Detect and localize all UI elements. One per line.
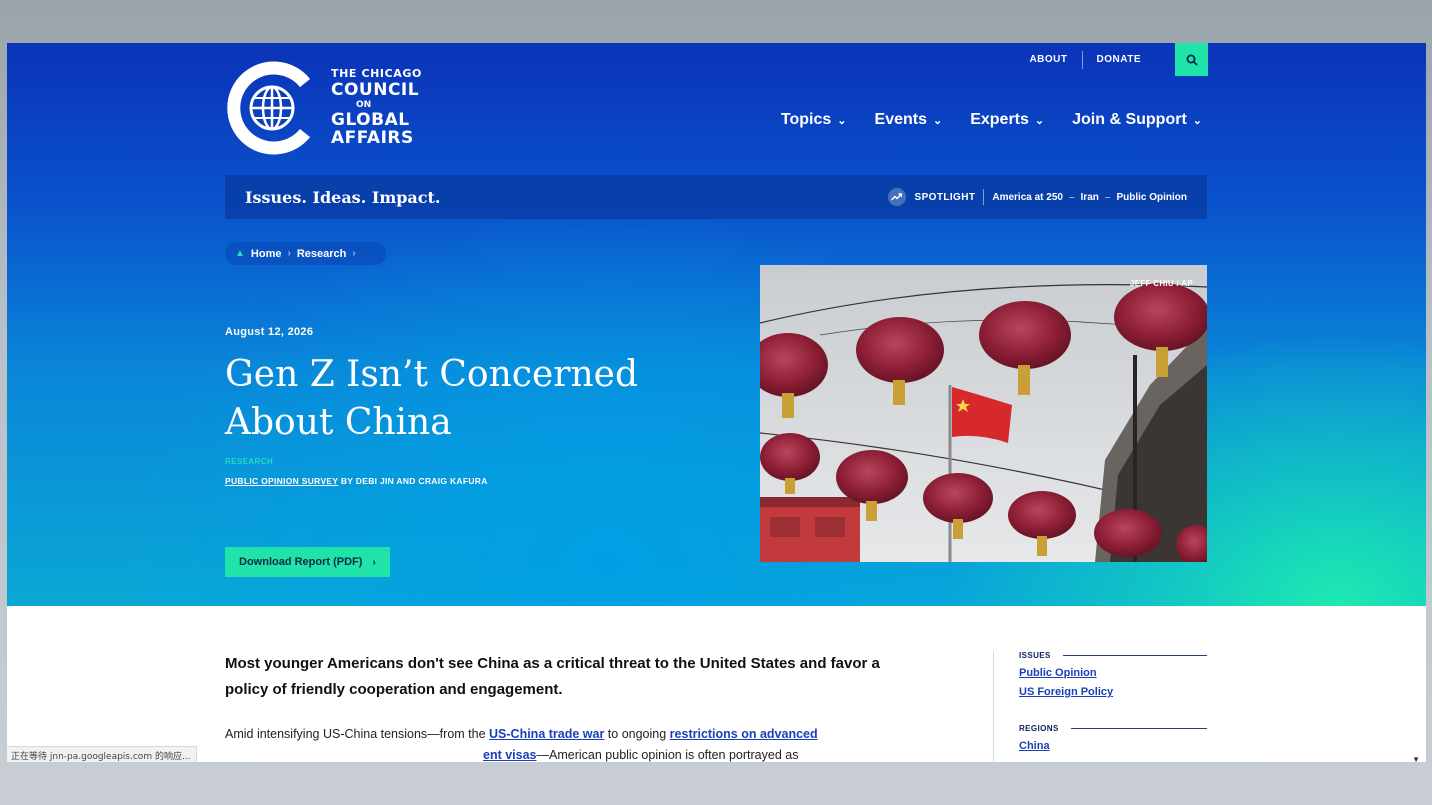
browser-viewport: THE CHICAGO COUNCIL ON GLOBAL AFFAIRS AB…	[7, 43, 1426, 762]
nav-label: Experts	[970, 111, 1029, 128]
nav-label: Join & Support	[1072, 111, 1187, 128]
utility-nav: ABOUT DONATE	[1015, 43, 1208, 76]
nav-label: Topics	[780, 111, 832, 128]
article-date: August 12, 2026	[225, 326, 314, 338]
paragraph-text: to ongoing	[604, 727, 670, 741]
nav-join-support[interactable]: Join & Support ⌄	[1072, 111, 1202, 129]
page-title: Gen Z Isn’t Concerned About China	[225, 354, 638, 443]
issue-link-public-opinion[interactable]: Public Opinion	[1019, 667, 1207, 679]
breadcrumb-research[interactable]: Research	[297, 248, 347, 260]
paragraph-text: Amid intensifying US-China tensions—from…	[225, 727, 490, 741]
link-us-china-trade-war[interactable]: US-China trade war	[489, 727, 604, 741]
search-button[interactable]	[1175, 43, 1208, 76]
byline: PUBLIC OPINION SURVEY BY DEBI JIN AND CR…	[225, 476, 488, 486]
link-restrictions[interactable]: restrictions on advanced	[670, 727, 818, 741]
nav-experts[interactable]: Experts ⌄	[970, 111, 1044, 129]
spotlight-link-public-opinion[interactable]: Public Opinion	[1116, 192, 1187, 203]
chevron-down-icon: ⌄	[837, 114, 847, 127]
chevron-down-icon: ⌄	[1034, 114, 1045, 127]
chevron-right-icon: ›	[352, 248, 356, 259]
donate-link[interactable]: DONATE	[1083, 54, 1155, 65]
trending-up-icon	[887, 188, 906, 206]
spotlight-link-iran[interactable]: Iran	[1081, 192, 1099, 203]
byline-survey-link[interactable]: PUBLIC OPINION SURVEY	[225, 476, 338, 486]
chevron-right-icon: ›	[287, 248, 291, 259]
separator-dash: –	[1068, 191, 1075, 203]
regions-heading: REGIONS	[1019, 724, 1207, 733]
tagline: Issues. Ideas. Impact.	[245, 187, 441, 207]
byline-authors: BY DEBI JIN AND CRAIG KAFURA	[338, 476, 488, 486]
nav-topics[interactable]: Topics ⌄	[781, 111, 847, 129]
nav-events[interactable]: Events ⌄	[875, 111, 943, 129]
download-report-button[interactable]: Download Report (PDF) ›	[225, 547, 390, 577]
search-icon	[1186, 54, 1198, 66]
breadcrumb: ▲ Home › Research ›	[225, 242, 386, 265]
paragraph-text: —American public opinion is often portra…	[536, 748, 799, 762]
heading-label: ISSUES	[1019, 651, 1051, 660]
issue-link-us-foreign-policy[interactable]: US Foreign Policy	[1019, 686, 1207, 698]
divider	[1062, 655, 1207, 656]
issues-heading: ISSUES	[1019, 651, 1207, 660]
main-nav: Topics ⌄ Events ⌄ Experts ⌄ Join & Suppo…	[753, 111, 1202, 129]
nav-label: Events	[874, 111, 927, 128]
about-link[interactable]: ABOUT	[1015, 54, 1081, 65]
article-category[interactable]: RESEARCH	[225, 457, 273, 466]
spotlight-bar: Issues. Ideas. Impact. SPOTLIGHT America…	[225, 175, 1207, 219]
scroll-down-icon[interactable]: ▼	[1412, 755, 1420, 762]
logo-line: ON	[356, 100, 372, 110]
divider	[983, 189, 985, 205]
divider	[1070, 728, 1207, 729]
hero-section: THE CHICAGO COUNCIL ON GLOBAL AFFAIRS AB…	[7, 43, 1426, 606]
chevron-down-icon: ⌄	[1192, 114, 1202, 127]
chevron-down-icon: ⌄	[932, 114, 943, 127]
region-link-china[interactable]: China	[1019, 740, 1207, 752]
logo-line: COUNCIL	[331, 80, 420, 100]
logo-wordmark: THE CHICAGO COUNCIL ON GLOBAL AFFAIRS	[331, 68, 422, 148]
photo-credit: JEFF CHIU / AP	[1129, 279, 1193, 288]
hero-photo-lanterns: JEFF CHIU / AP	[760, 265, 1207, 562]
chevron-right-icon: ›	[372, 556, 376, 568]
article-lede: Most younger Americans don't see China a…	[225, 655, 880, 698]
globe-logo-icon	[225, 61, 319, 155]
article-paragraph: Amid intensifying US-China tensions—from…	[225, 724, 885, 762]
logo-line: THE CHICAGO	[331, 67, 422, 80]
site-logo[interactable]: THE CHICAGO COUNCIL ON GLOBAL AFFAIRS	[225, 61, 422, 155]
separator-dash: –	[1104, 191, 1111, 203]
spotlight: SPOTLIGHT America at 250 – Iran – Public…	[887, 188, 1187, 206]
download-label: Download Report (PDF)	[239, 556, 363, 568]
link-student-visas[interactable]: ent visas	[483, 748, 537, 762]
breadcrumb-home[interactable]: Home	[251, 248, 282, 260]
logo-line: GLOBAL	[331, 110, 410, 130]
home-icon: ▲	[235, 248, 245, 259]
article-sidebar: ISSUES Public Opinion US Foreign Policy …	[993, 651, 1207, 762]
logo-line: AFFAIRS	[331, 128, 414, 148]
browser-status-bar: 正在等待 jnn-pa.googleapis.com 的响应...	[7, 746, 197, 762]
spotlight-link-america-250[interactable]: America at 250	[992, 192, 1063, 203]
spotlight-label: SPOTLIGHT	[914, 191, 976, 203]
heading-label: REGIONS	[1019, 724, 1059, 733]
